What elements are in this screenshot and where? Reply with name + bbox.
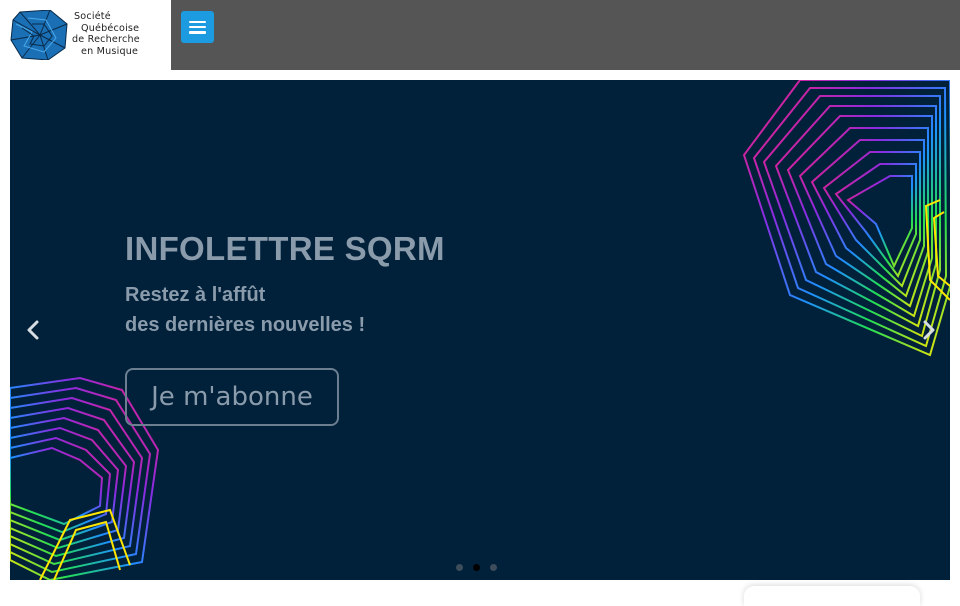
sqrm-logo-icon xyxy=(10,10,68,60)
slider-pagination xyxy=(456,564,497,571)
logo-line-1: Société xyxy=(74,11,111,22)
floating-panel-tab[interactable] xyxy=(744,586,920,606)
logo-line-2: Québécoise xyxy=(81,22,140,34)
logo[interactable]: Société Québécoise de Recherche en Musiq… xyxy=(0,0,171,70)
slide-subtitle-line-1: Restez à l'affût xyxy=(125,284,266,306)
pagination-dot[interactable] xyxy=(490,564,497,571)
chevron-right-icon[interactable] xyxy=(916,318,940,342)
subscribe-button[interactable]: Je m'abonne xyxy=(125,368,339,426)
hamburger-icon xyxy=(189,20,206,34)
menu-toggle-button[interactable] xyxy=(181,11,214,43)
logo-text: Société Québécoise de Recherche en Musiq… xyxy=(72,11,140,57)
chevron-left-icon[interactable] xyxy=(22,318,46,342)
slide-subtitle-line-2: des dernières nouvelles ! xyxy=(125,314,366,336)
pagination-dot-active[interactable] xyxy=(473,564,480,571)
logo-line-4: en Musique xyxy=(81,45,139,57)
slide-title: INFOLETTRE SQRM xyxy=(125,230,445,267)
pagination-dot[interactable] xyxy=(456,564,463,571)
slide-subtitle: Restez à l'affût des dernières nouvelles… xyxy=(125,280,365,340)
hero-slider: INFOLETTRE SQRM Restez à l'affût des der… xyxy=(10,80,950,580)
site-header: Société Québécoise de Recherche en Musiq… xyxy=(0,0,960,70)
logo-line-3: de Recherche xyxy=(72,34,140,45)
